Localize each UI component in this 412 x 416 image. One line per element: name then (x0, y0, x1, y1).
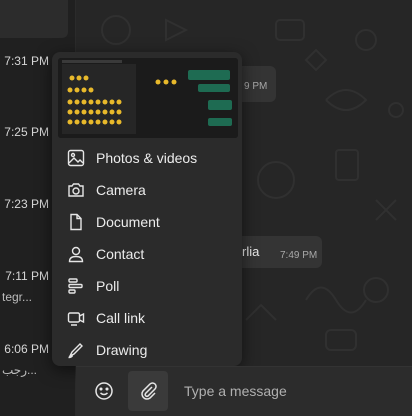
attach-button[interactable] (128, 371, 168, 411)
menu-item-drawing[interactable]: Drawing (52, 334, 242, 366)
message-time: 7:49 PM (280, 250, 318, 261)
chat-time: 6:06 PM (4, 342, 49, 356)
menu-item-camera[interactable]: Camera (52, 174, 242, 206)
chat-list-item-partial[interactable] (0, 0, 68, 38)
menu-item-poll[interactable]: Poll (52, 270, 242, 302)
menu-item-label: Drawing (96, 342, 148, 358)
menu-item-call-link[interactable]: Call link (52, 302, 242, 334)
smiley-icon (94, 381, 114, 401)
emoji-button[interactable] (92, 379, 116, 403)
chat-preview: رجب... (2, 363, 38, 377)
menu-item-label: Call link (96, 310, 146, 326)
menu-item-photos-videos[interactable]: Photos & videos (52, 142, 242, 174)
pen-icon (66, 340, 86, 360)
paperclip-icon (138, 381, 158, 401)
menu-item-label: Camera (96, 182, 146, 198)
chat-time: 7:25 PM (4, 125, 49, 139)
attach-menu-list: Photos & videos Camera Document Contact … (52, 142, 242, 366)
menu-item-label: Photos & videos (96, 150, 198, 166)
menu-item-label: Contact (96, 246, 145, 262)
menu-item-contact[interactable]: Contact (52, 238, 242, 270)
message-composer (76, 366, 412, 416)
document-icon (66, 212, 86, 232)
chat-time: 7:31 PM (4, 54, 49, 68)
message-text: rlia (242, 244, 260, 259)
person-icon (66, 244, 86, 264)
message-input[interactable] (176, 377, 404, 405)
chat-time: 7:23 PM (4, 197, 49, 211)
attach-menu: Photos & videos Camera Document Contact … (52, 52, 242, 366)
recent-media-thumbnail[interactable] (58, 58, 238, 138)
chat-time: 7:11 PM (5, 269, 49, 283)
chat-preview: tegr... (2, 290, 33, 304)
menu-item-label: Poll (96, 278, 120, 294)
menu-item-document[interactable]: Document (52, 206, 242, 238)
poll-icon (66, 276, 86, 296)
call-link-icon (66, 308, 86, 328)
thumbnail-preview-image (58, 58, 238, 138)
camera-icon (66, 180, 86, 200)
menu-item-label: Document (96, 214, 160, 230)
image-icon (66, 148, 86, 168)
message-time: 9 PM (244, 81, 268, 92)
